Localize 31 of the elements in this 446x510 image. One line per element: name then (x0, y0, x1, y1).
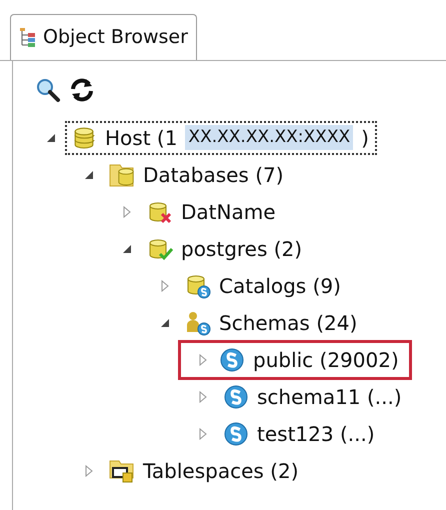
databases-icon (109, 162, 135, 188)
tree-node[interactable]: schema11 (...) (217, 380, 410, 414)
catalogs-icon (185, 272, 211, 298)
schema-icon (223, 384, 249, 410)
expanded-arrow-icon[interactable] (83, 168, 95, 180)
expanded-arrow-icon[interactable] (45, 132, 57, 144)
expanded-arrow-icon[interactable] (121, 242, 133, 254)
schema-icon (223, 420, 249, 446)
tab[interactable]: Object Browser (10, 14, 197, 60)
tree-node[interactable]: Databases (7) (103, 158, 292, 192)
collapsed-arrow-icon[interactable] (121, 206, 133, 218)
tree-node[interactable]: DatName (141, 194, 284, 228)
tablespaces-icon (109, 458, 135, 484)
collapsed-arrow-icon[interactable] (197, 390, 209, 402)
schema-icon (219, 346, 245, 372)
tree-node[interactable]: Tablespaces (2) (103, 454, 306, 488)
tree-node[interactable]: Schemas (24) (179, 306, 366, 340)
schemas-icon (185, 310, 211, 336)
refresh-icon[interactable] (69, 77, 95, 103)
collapsed-arrow-icon[interactable] (159, 280, 171, 292)
collapsed-arrow-icon[interactable] (83, 464, 95, 476)
search-icon[interactable] (35, 77, 61, 103)
expanded-arrow-icon[interactable] (159, 316, 171, 328)
tree-icon (19, 28, 37, 48)
collapsed-arrow-icon[interactable] (197, 428, 209, 440)
tree-node[interactable]: public (29002) (181, 342, 409, 376)
tree-node[interactable]: test123 (...) (217, 416, 383, 450)
tree-node[interactable]: Catalogs (9) (179, 268, 349, 302)
tree-node[interactable]: postgres (2) (141, 232, 310, 266)
collapsed-arrow-icon[interactable] (197, 354, 209, 366)
tree-node[interactable]: Host (1 XX.XX.XX.XX:XXXX ) (65, 120, 377, 154)
